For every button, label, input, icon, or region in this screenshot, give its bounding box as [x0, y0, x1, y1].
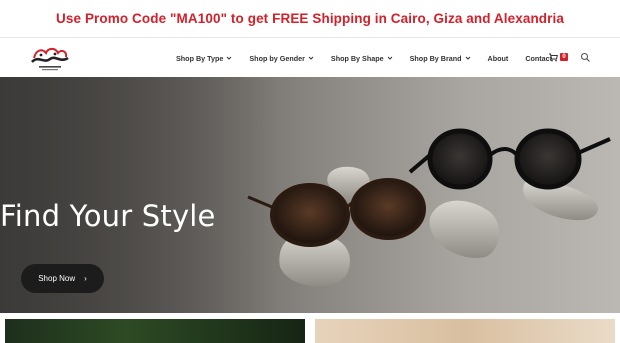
- nav-item-label: About: [487, 53, 509, 63]
- nav-item-label: Shop By Shape: [330, 53, 384, 63]
- shop-now-label: Shop Now: [38, 274, 76, 283]
- search-icon[interactable]: [580, 52, 591, 63]
- chevron-down-icon: [308, 56, 314, 60]
- nav-shop-by-type[interactable]: Shop By Type: [176, 54, 232, 63]
- nav-item-label: Shop By Brand: [409, 53, 462, 63]
- nav-menu: Shop By Type Shop by Gender Shop By Shap…: [176, 39, 569, 77]
- chevron-right-icon: ›: [84, 274, 87, 283]
- nav-item-label: Shop by Gender: [249, 53, 305, 63]
- hero-title: Find Your Style: [0, 199, 216, 233]
- shop-now-button[interactable]: Shop Now ›: [21, 264, 104, 293]
- category-card-image[interactable]: [5, 319, 305, 343]
- nav-shop-by-brand[interactable]: Shop By Brand: [410, 54, 471, 63]
- promo-banner: Use Promo Code "MA100" to get FREE Shipp…: [0, 0, 620, 38]
- nav-about[interactable]: About: [488, 54, 509, 63]
- nav-shop-by-gender[interactable]: Shop by Gender: [249, 54, 314, 63]
- promo-text: Use Promo Code "MA100" to get FREE Shipp…: [56, 11, 564, 26]
- nav-item-label: Shop By Type: [176, 53, 224, 63]
- category-card-image[interactable]: [315, 319, 615, 343]
- cart-icon: [549, 53, 558, 62]
- main-navbar: Shop By Type Shop by Gender Shop By Shap…: [0, 39, 620, 77]
- cart-count-badge: 0: [560, 53, 568, 61]
- hero-banner: Find Your Style Shop Now ›: [0, 77, 620, 313]
- chevron-down-icon: [387, 56, 392, 60]
- cart-button[interactable]: 0: [548, 52, 568, 62]
- brand-logo[interactable]: [28, 44, 72, 72]
- chevron-down-icon: [465, 56, 470, 60]
- nav-shop-by-shape[interactable]: Shop By Shape: [331, 54, 393, 63]
- chevron-down-icon: [227, 56, 232, 60]
